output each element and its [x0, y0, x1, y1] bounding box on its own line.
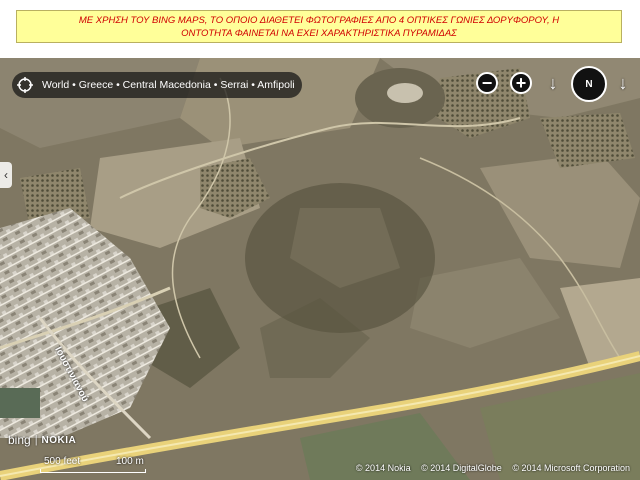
globe-icon[interactable]: [12, 72, 38, 98]
scale-meters-label: 100 m: [116, 456, 144, 467]
zoom-in-icon[interactable]: +: [510, 72, 532, 94]
satellite-imagery: [0, 58, 640, 480]
attribution-logos: bing | NOKIA: [8, 433, 76, 447]
caption-banner: ΜΕ ΧΡΗΣΗ ΤΟΥ BING MAPS, ΤΟ ΟΠΟΙΟ ΔΙΑΘΕΤΕ…: [16, 10, 622, 43]
logo-separator: |: [34, 434, 38, 446]
caption-line-1: ΜΕ ΧΡΗΣΗ ΤΟΥ BING MAPS, ΤΟ ΟΠΟΙΟ ΔΙΑΘΕΤΕ…: [78, 15, 560, 26]
compass-icon[interactable]: N: [571, 66, 607, 102]
nokia-logo: NOKIA: [41, 434, 77, 446]
breadcrumb-bar[interactable]: World • Greece • Central Macedonia • Ser…: [12, 72, 302, 98]
scale-bar: 500 feet 100 m: [40, 456, 150, 476]
scale-feet-label: 500 feet: [44, 456, 81, 467]
copyright-digitalglobe: © 2014 DigitalGlobe: [421, 463, 502, 473]
breadcrumb-text[interactable]: World • Greece • Central Macedonia • Ser…: [38, 79, 295, 91]
chevron-left-icon[interactable]: ‹: [0, 162, 12, 188]
copyright-microsoft: © 2014 Microsoft Corporation: [512, 463, 630, 473]
satellite-map[interactable]: World • Greece • Central Macedonia • Ser…: [0, 58, 640, 480]
copyright-nokia: © 2014 Nokia: [355, 463, 411, 473]
rotate-left-icon[interactable]: ↓: [544, 72, 562, 94]
caption-line-2: ΟΝΤΟΤΗΤΑ ΦΑΙΝΕΤΑΙ ΝΑ ΕΧΕΙ ΧΑΡΑΚΤΗΡΙΣΤΙΚΑ…: [181, 28, 457, 39]
bing-logo: bing: [8, 433, 31, 447]
copyright-text: © 2014 Nokia © 2014 DigitalGlobe © 2014 …: [348, 463, 630, 473]
zoom-out-icon[interactable]: −: [476, 72, 498, 94]
scale-bar-line: [40, 469, 146, 473]
rotate-right-icon[interactable]: ↓: [614, 72, 632, 94]
